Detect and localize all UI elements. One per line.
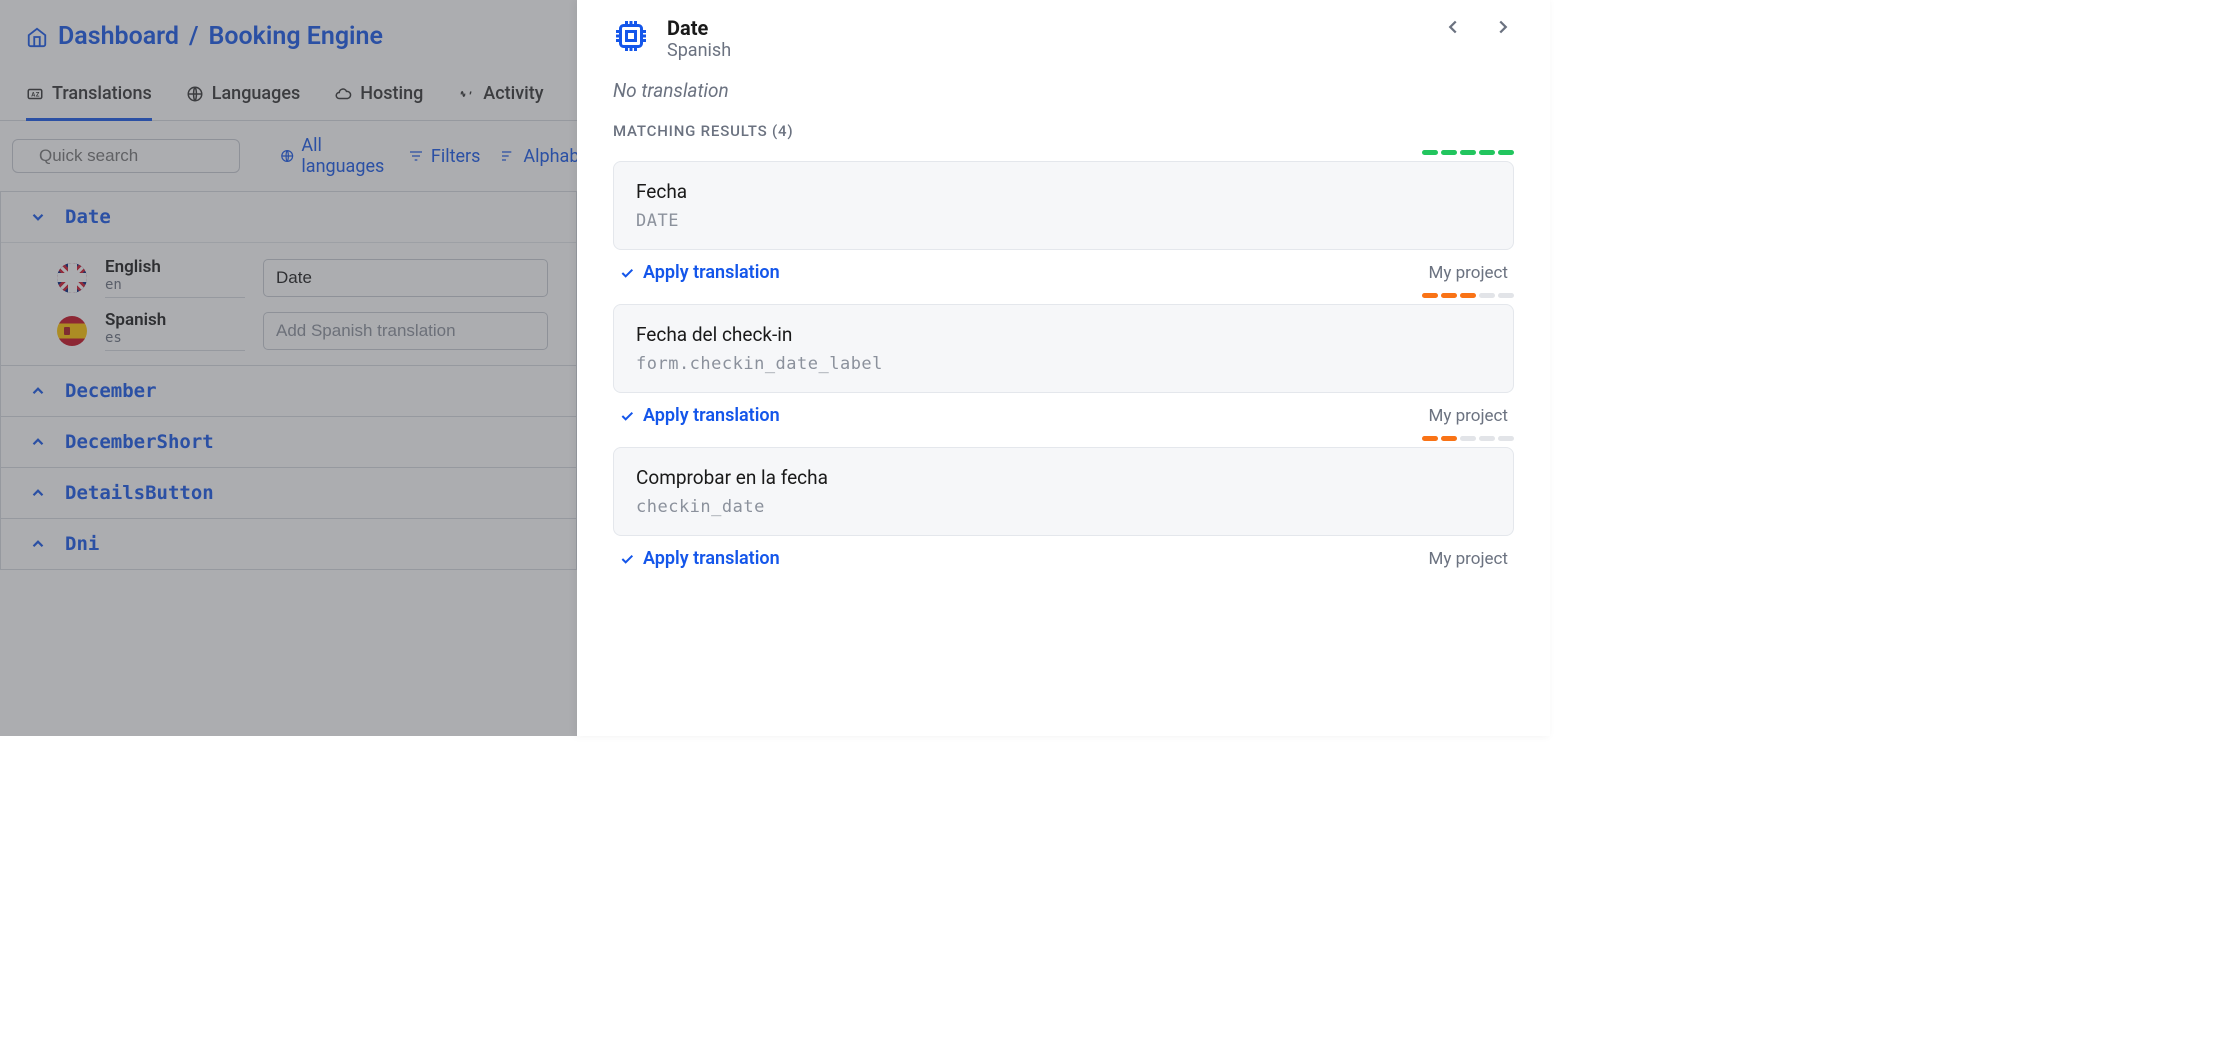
cloud-icon xyxy=(334,85,352,103)
toolbar: All languages Filters Alphabetically xyxy=(0,121,577,191)
lang-code: es xyxy=(105,330,245,346)
match-strength xyxy=(613,436,1514,441)
key-name: December xyxy=(65,380,157,402)
apply-translation-button[interactable]: Apply translation xyxy=(619,548,780,569)
prev-arrow-icon[interactable] xyxy=(1442,16,1464,38)
tab-label: Languages xyxy=(212,83,300,104)
chevron-up-icon xyxy=(29,484,47,502)
match-card[interactable]: Fecha DATE xyxy=(613,161,1514,250)
key-header[interactable]: DetailsButton xyxy=(1,468,576,518)
key-row: December xyxy=(0,366,577,417)
globe-icon xyxy=(186,85,204,103)
tab-label: Activity xyxy=(483,83,543,104)
match-translation: Comprobar en la fecha xyxy=(636,466,1491,489)
match-key: DATE xyxy=(636,211,1491,231)
chevron-up-icon xyxy=(29,433,47,451)
key-name: Date xyxy=(65,206,111,228)
match-translation: Fecha del check-in xyxy=(636,323,1491,346)
tab-activity[interactable]: Activity xyxy=(457,71,543,121)
check-icon xyxy=(619,265,635,281)
key-header[interactable]: DecemberShort xyxy=(1,417,576,467)
match-card[interactable]: Fecha del check-in form.checkin_date_labe… xyxy=(613,304,1514,393)
apply-translation-button[interactable]: Apply translation xyxy=(619,262,780,283)
translation-input-en[interactable] xyxy=(263,259,548,297)
matching-results-label: MATCHING RESULTS (4) xyxy=(613,122,1514,140)
search-box[interactable] xyxy=(12,139,240,173)
key-row: DetailsButton xyxy=(0,468,577,519)
tabs: AZ Translations Languages Hosting Activi… xyxy=(0,71,577,121)
chevron-up-icon xyxy=(29,382,47,400)
match-strength xyxy=(613,293,1514,298)
lang-name: Spanish xyxy=(105,310,245,330)
flag-en-icon xyxy=(57,263,87,293)
key-header[interactable]: Date xyxy=(1,192,576,242)
check-icon xyxy=(619,408,635,424)
translation-panel: Date Spanish No translation MATCHING RES… xyxy=(577,0,1550,736)
match-key: checkin_date xyxy=(636,497,1491,517)
flag-es-icon xyxy=(57,316,87,346)
breadcrumb-separator: / xyxy=(189,22,199,51)
tab-translations[interactable]: AZ Translations xyxy=(26,71,152,121)
tool-label: All languages xyxy=(301,135,387,177)
project-link[interactable]: My project xyxy=(1429,263,1508,283)
key-name: DetailsButton xyxy=(65,482,214,504)
globe-icon xyxy=(280,147,294,165)
key-row: DecemberShort xyxy=(0,417,577,468)
lang-row-es: Spanish es xyxy=(1,304,576,357)
tab-label: Hosting xyxy=(360,83,423,104)
tab-label: Translations xyxy=(52,83,152,104)
check-icon xyxy=(619,551,635,567)
key-list: Date English en Spanish es xyxy=(0,191,577,570)
match-key: form.checkin_date_label xyxy=(636,354,1491,374)
chip-icon xyxy=(613,18,649,54)
translate-icon: AZ xyxy=(26,85,44,103)
tab-languages[interactable]: Languages xyxy=(186,71,300,121)
key-name: Dni xyxy=(65,533,99,555)
key-row-expanded: Date English en Spanish es xyxy=(0,191,577,366)
match-translation: Fecha xyxy=(636,180,1491,203)
chevron-down-icon xyxy=(29,208,47,226)
key-header[interactable]: December xyxy=(1,366,576,416)
filters-button[interactable]: Filters xyxy=(408,146,481,167)
chevron-up-icon xyxy=(29,535,47,553)
match-strength xyxy=(613,150,1514,155)
tool-label: Filters xyxy=(431,146,481,167)
home-icon[interactable] xyxy=(26,26,48,48)
panel-title: Date xyxy=(667,16,731,40)
tab-hosting[interactable]: Hosting xyxy=(334,71,423,121)
key-header[interactable]: Dni xyxy=(1,519,576,569)
project-link[interactable]: My project xyxy=(1429,549,1508,569)
lang-row-en: English en xyxy=(1,251,576,304)
breadcrumb: Dashboard / Booking Engine xyxy=(0,0,577,71)
project-link[interactable]: My project xyxy=(1429,406,1508,426)
sort-icon xyxy=(500,148,516,164)
key-row: Dni xyxy=(0,519,577,570)
panel-language: Spanish xyxy=(667,40,731,61)
activity-icon xyxy=(457,85,475,103)
svg-text:Z: Z xyxy=(36,91,40,98)
breadcrumb-current[interactable]: Booking Engine xyxy=(209,22,383,51)
next-arrow-icon[interactable] xyxy=(1492,16,1514,38)
key-name: DecemberShort xyxy=(65,431,214,453)
language-filter[interactable]: All languages xyxy=(280,135,388,177)
filter-icon xyxy=(408,148,424,164)
lang-code: en xyxy=(105,277,245,293)
search-input[interactable] xyxy=(39,146,260,166)
match-card[interactable]: Comprobar en la fecha checkin_date xyxy=(613,447,1514,536)
breadcrumb-home[interactable]: Dashboard xyxy=(58,22,179,51)
apply-translation-button[interactable]: Apply translation xyxy=(619,405,780,426)
translation-input-es[interactable] xyxy=(263,312,548,350)
no-translation-text: No translation xyxy=(613,79,1514,102)
lang-name: English xyxy=(105,257,245,277)
